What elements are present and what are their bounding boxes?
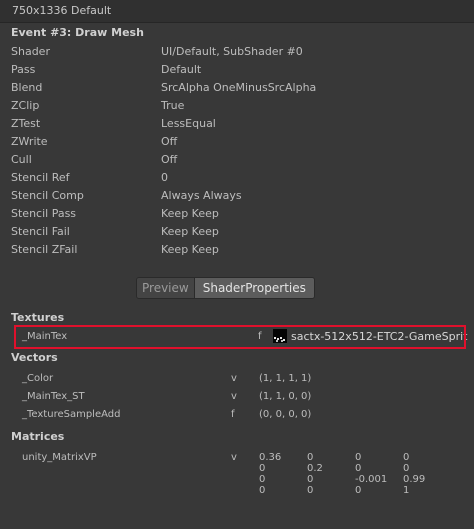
matrix-cell: 0: [307, 452, 314, 463]
event-title: Event #3: Draw Mesh: [11, 26, 144, 39]
property-row-stencil-ref: Stencil Ref 0: [11, 169, 451, 187]
matrices-section-title: Matrices: [11, 430, 65, 443]
vector-value: (1, 1, 0, 0): [259, 391, 312, 402]
matrix-type: v: [231, 452, 237, 463]
vector-type: v: [231, 373, 237, 384]
property-row-stencil-pass: Stencil Pass Keep Keep: [11, 205, 451, 223]
property-key: Pass: [11, 63, 36, 76]
property-key: Cull: [11, 153, 32, 166]
property-value: UI/Default, SubShader #0: [161, 45, 303, 58]
matrix-name: unity_MatrixVP: [22, 452, 97, 463]
property-row-blend: Blend SrcAlpha OneMinusSrcAlpha: [11, 79, 451, 97]
draw-call-properties: Shader UI/Default, SubShader #0 Pass Defau…: [11, 43, 451, 259]
property-key: Stencil Fail: [11, 225, 70, 238]
frame-debugger-toolbar: 750x1336 Default: [0, 0, 474, 23]
property-row-pass: Pass Default: [11, 61, 451, 79]
matrix-cell: 0.2: [307, 463, 323, 474]
matrix-cell: 0: [355, 463, 362, 474]
vector-name: _MainTex_ST: [22, 391, 85, 402]
property-key: Stencil Comp: [11, 189, 84, 202]
tab-preview[interactable]: Preview: [137, 278, 195, 298]
matrix-cell: 0: [259, 474, 266, 485]
property-key: ZTest: [11, 117, 41, 130]
matrix-cell: 0: [355, 452, 362, 463]
matrix-cell: 0: [403, 463, 410, 474]
property-key: Stencil Ref: [11, 171, 70, 184]
property-key: Blend: [11, 81, 43, 94]
vector-type: f: [231, 409, 235, 420]
textures-section-title: Textures: [11, 311, 65, 324]
matrix-cell: 0: [259, 463, 266, 474]
property-row-shader: Shader UI/Default, SubShader #0: [11, 43, 451, 61]
property-value: Always Always: [161, 189, 242, 202]
vector-name: _TextureSampleAdd: [22, 409, 121, 420]
property-value: Off: [161, 153, 178, 166]
matrix-cell: 0.99: [403, 474, 426, 485]
property-value: True: [161, 99, 185, 112]
matrix-cell: 0: [259, 485, 266, 496]
property-key: ZWrite: [11, 135, 48, 148]
vector-value: (1, 1, 1, 1): [259, 373, 312, 384]
property-value: LessEqual: [161, 117, 216, 130]
matrix-cell: 0: [355, 485, 362, 496]
property-row-ztest: ZTest LessEqual: [11, 115, 451, 133]
matrix-cell: 0: [403, 452, 410, 463]
property-value: Default: [161, 63, 202, 76]
property-row-zclip: ZClip True: [11, 97, 451, 115]
property-row-zwrite: ZWrite Off: [11, 133, 451, 151]
property-key: ZClip: [11, 99, 40, 112]
matrix-cell: 0: [307, 474, 314, 485]
property-value: Keep Keep: [161, 207, 219, 220]
property-row-cull: Cull Off: [11, 151, 451, 169]
property-value: SrcAlpha OneMinusSrcAlpha: [161, 81, 317, 94]
property-row-stencil-zfail: Stencil ZFail Keep Keep: [11, 241, 451, 259]
preview-tab-bar: Preview ShaderProperties: [136, 277, 315, 299]
property-row-stencil-fail: Stencil Fail Keep Keep: [11, 223, 451, 241]
vector-row: _TextureSampleAdd f (0, 0, 0, 0): [22, 407, 452, 425]
vector-row: _MainTex_ST v (1, 1, 0, 0): [22, 389, 452, 407]
matrix-cell: 0: [307, 485, 314, 496]
property-row-stencil-comp: Stencil Comp Always Always: [11, 187, 451, 205]
property-value: Off: [161, 135, 178, 148]
matrix-cell: 0.36: [259, 452, 282, 463]
tab-shader-properties[interactable]: ShaderProperties: [194, 278, 314, 298]
vector-row: _Color v (1, 1, 1, 1): [22, 371, 452, 389]
property-value: 0: [161, 171, 168, 184]
property-key: Stencil Pass: [11, 207, 77, 220]
vector-name: _Color: [22, 373, 54, 384]
property-key: Shader: [11, 45, 50, 58]
property-key: Stencil ZFail: [11, 243, 78, 256]
vector-value: (0, 0, 0, 0): [259, 409, 312, 420]
vectors-section-title: Vectors: [11, 351, 58, 364]
resolution-label: 750x1336 Default: [12, 4, 112, 17]
property-value: Keep Keep: [161, 243, 219, 256]
selection-highlight-box: [14, 325, 466, 349]
matrix-cell: -0.001: [355, 474, 388, 485]
property-value: Keep Keep: [161, 225, 219, 238]
vector-type: v: [231, 391, 237, 402]
matrix-cell: 1: [403, 485, 410, 496]
